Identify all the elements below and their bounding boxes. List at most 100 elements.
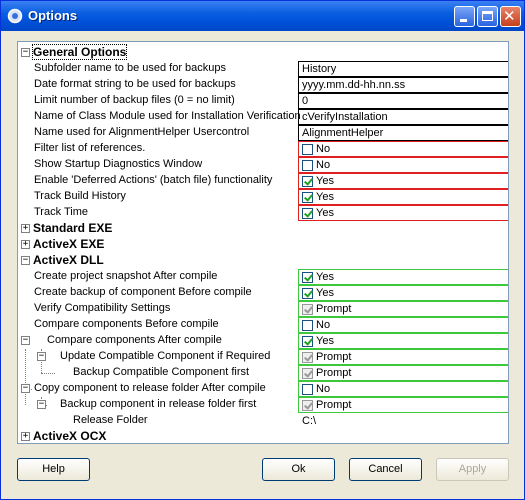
- option-label: Backup Compatible Component first: [73, 366, 250, 378]
- option-label: Copy component to release folder After c…: [34, 382, 266, 394]
- checkbox-checked[interactable]: [302, 336, 313, 347]
- expand-icon[interactable]: +: [21, 224, 30, 233]
- checkbox[interactable]: [302, 320, 313, 331]
- option-row[interactable]: Track Build History Yes: [18, 189, 508, 205]
- option-row[interactable]: Track Time Yes: [18, 205, 508, 221]
- option-label: Name of Class Module used for Installati…: [34, 110, 301, 122]
- checkbox-checked[interactable]: [302, 288, 313, 299]
- category-activex-ocx[interactable]: + ActiveX OCX: [18, 429, 508, 443]
- option-checkbox-field[interactable]: No: [298, 317, 508, 333]
- option-text-field[interactable]: History: [298, 61, 508, 77]
- category-standard-exe[interactable]: + Standard EXE: [18, 221, 508, 237]
- category-label: ActiveX EXE: [33, 237, 105, 251]
- option-label: Release Folder: [73, 414, 148, 426]
- option-text-field[interactable]: cVerifyInstallation: [298, 109, 508, 125]
- gear-app-icon: [7, 8, 23, 24]
- collapse-icon[interactable]: −: [21, 384, 30, 393]
- category-label: ActiveX DLL: [33, 253, 104, 267]
- option-row[interactable]: Show Startup Diagnostics Window No: [18, 157, 508, 173]
- option-label: Backup component in release folder first: [60, 398, 257, 410]
- option-label: Compare components Before compile: [34, 318, 219, 330]
- checkbox[interactable]: [302, 160, 313, 171]
- maximize-button[interactable]: [477, 6, 498, 27]
- collapse-icon[interactable]: −: [21, 48, 30, 57]
- option-label: Create project snapshot After compile: [34, 270, 218, 282]
- ok-button[interactable]: Ok: [262, 458, 335, 481]
- option-checkbox-field[interactable]: Prompt: [298, 365, 508, 381]
- option-row[interactable]: Date format string to be used for backup…: [18, 77, 508, 93]
- option-checkbox-field[interactable]: No: [298, 141, 508, 157]
- option-row[interactable]: − Update Compatible Component if Required…: [18, 349, 508, 365]
- checkbox-checked[interactable]: [302, 272, 313, 283]
- option-label: Show Startup Diagnostics Window: [34, 158, 203, 170]
- option-checkbox-field[interactable]: Yes: [298, 285, 508, 301]
- collapse-icon[interactable]: −: [37, 400, 46, 409]
- category-label: ActiveX OCX: [33, 429, 107, 443]
- category-activex-dll[interactable]: − ActiveX DLL: [18, 253, 508, 269]
- window-title: Options: [28, 8, 78, 23]
- option-text-field[interactable]: yyyy.mm.dd-hh.nn.ss: [298, 77, 508, 93]
- option-checkbox-field[interactable]: No: [298, 381, 508, 397]
- checkbox-indeterminate[interactable]: [302, 400, 313, 411]
- option-checkbox-field[interactable]: Yes: [298, 189, 508, 205]
- option-row[interactable]: Name used for AlignmentHelper Usercontro…: [18, 125, 508, 141]
- option-row[interactable]: Compare components Before compile No: [18, 317, 508, 333]
- option-row[interactable]: − Backup component in release folder firs…: [18, 397, 508, 413]
- option-checkbox-field[interactable]: No: [298, 157, 508, 173]
- help-button[interactable]: Help: [17, 458, 90, 481]
- collapse-icon[interactable]: −: [37, 352, 46, 361]
- option-checkbox-field[interactable]: Prompt: [298, 301, 508, 317]
- checkbox-checked[interactable]: [302, 176, 313, 187]
- close-button[interactable]: ✕: [500, 6, 521, 27]
- option-row[interactable]: Release Folder C:\: [18, 413, 508, 429]
- option-text-field[interactable]: C:\: [298, 413, 508, 429]
- option-row[interactable]: Limit number of backup files (0 = no lim…: [18, 93, 508, 109]
- option-row[interactable]: Enable 'Deferred Actions' (batch file) f…: [18, 173, 508, 189]
- expand-icon[interactable]: +: [21, 240, 30, 249]
- option-checkbox-field[interactable]: Yes: [298, 173, 508, 189]
- checkbox-indeterminate[interactable]: [302, 304, 313, 315]
- option-row[interactable]: − Copy component to release folder After …: [18, 381, 508, 397]
- option-text-field[interactable]: AlignmentHelper: [298, 125, 508, 141]
- option-row[interactable]: Create backup of component Before compil…: [18, 285, 508, 301]
- collapse-icon[interactable]: −: [21, 256, 30, 265]
- option-text-field[interactable]: 0: [298, 93, 508, 109]
- checkbox-indeterminate[interactable]: [302, 368, 313, 379]
- options-window: Options ✕ − General Options Subfolder na…: [0, 0, 525, 500]
- title-bar[interactable]: Options ✕: [1, 1, 524, 31]
- category-label: General Options: [31, 44, 128, 60]
- category-activex-exe[interactable]: + ActiveX EXE: [18, 237, 508, 253]
- option-label: Create backup of component Before compil…: [34, 286, 252, 298]
- option-label: Subfolder name to be used for backups: [34, 62, 227, 74]
- option-row[interactable]: Backup Compatible Component first Prompt: [18, 365, 508, 381]
- option-row[interactable]: Create project snapshot After compile Yes: [18, 269, 508, 285]
- category-general[interactable]: − General Options: [18, 44, 508, 61]
- option-checkbox-field[interactable]: Yes: [298, 333, 508, 349]
- option-label: Compare components After compile: [47, 334, 222, 346]
- option-row[interactable]: Name of Class Module used for Installati…: [18, 109, 508, 125]
- option-row[interactable]: Subfolder name to be used for backups His…: [18, 61, 508, 77]
- option-checkbox-field[interactable]: Prompt: [298, 397, 508, 413]
- checkbox[interactable]: [302, 384, 313, 395]
- minimize-button[interactable]: [454, 6, 475, 27]
- collapse-icon[interactable]: −: [21, 336, 30, 345]
- checkbox-indeterminate[interactable]: [302, 352, 313, 363]
- option-checkbox-field[interactable]: Yes: [298, 205, 508, 221]
- option-row[interactable]: Filter list of references. No: [18, 141, 508, 157]
- option-label: Limit number of backup files (0 = no lim…: [34, 94, 235, 106]
- option-label: Update Compatible Component if Required: [60, 350, 271, 362]
- option-label: Enable 'Deferred Actions' (batch file) f…: [34, 174, 273, 186]
- option-label: Track Build History: [34, 190, 126, 202]
- option-row[interactable]: − Compare components After compile Yes: [18, 333, 508, 349]
- expand-icon[interactable]: +: [21, 432, 30, 441]
- checkbox[interactable]: [302, 144, 313, 155]
- category-label: Standard EXE: [33, 221, 113, 235]
- checkbox-checked[interactable]: [302, 208, 313, 219]
- checkbox-checked[interactable]: [302, 192, 313, 203]
- option-checkbox-field[interactable]: Yes: [298, 269, 508, 285]
- apply-button[interactable]: Apply: [436, 458, 509, 481]
- cancel-button[interactable]: Cancel: [349, 458, 422, 481]
- option-label: Name used for AlignmentHelper Usercontro…: [34, 126, 250, 138]
- option-row[interactable]: Verify Compatibility Settings Prompt: [18, 301, 508, 317]
- option-checkbox-field[interactable]: Prompt: [298, 349, 508, 365]
